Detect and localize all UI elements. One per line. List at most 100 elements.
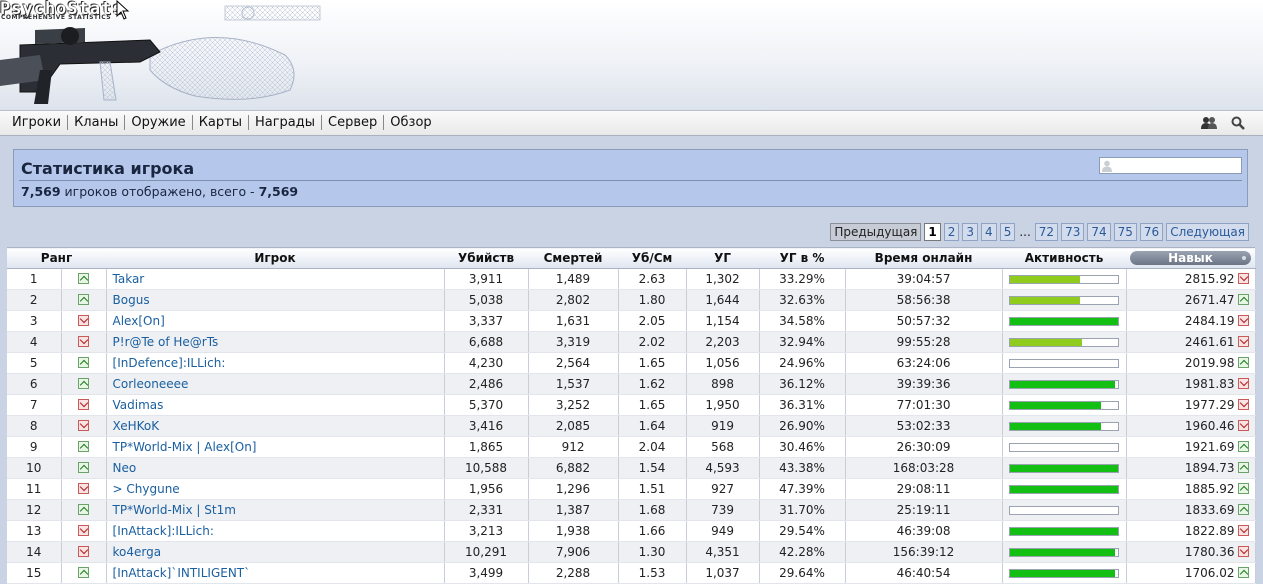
table-row[interactable]: 15 [InAttack]`INTILIGENT` 3,499 2,288 1.53 1,… [7, 562, 1256, 584]
table-row[interactable]: 3 Alex[On] 3,337 1,631 2.05 1,154 34.58% 50:57:… [7, 310, 1256, 332]
col-header-online-time[interactable]: Время онлайн [845, 247, 1003, 269]
kd-cell: 1.68 [618, 499, 687, 521]
player-link[interactable]: P!r@Te of He@rTs [113, 335, 219, 349]
activity-bar-fill [1010, 317, 1119, 325]
skill-trend-up-icon [1237, 440, 1249, 452]
player-link[interactable]: [InDefence]:ILLich: [113, 356, 226, 370]
table-row[interactable]: 11 > Chygune 1,956 1,296 1.51 927 47.39% 29:08:… [7, 478, 1256, 500]
online-time-cell: 156:39:12 [845, 541, 1003, 563]
col-header-player[interactable]: Игрок [106, 247, 445, 269]
skill-trend-up-icon [1237, 503, 1249, 515]
table-row[interactable]: 6 Corleoneeee 2,486 1,537 1.62 898 36.12% 39:39… [7, 373, 1256, 395]
player-link[interactable]: TP*World-Mix | Alex[On] [113, 440, 257, 454]
player-link[interactable]: XeHKoK [113, 419, 160, 433]
table-row[interactable]: 9 TP*World-Mix | Alex[On] 1,865 912 2.04 568 3… [7, 436, 1256, 458]
player-link[interactable]: Neo [113, 461, 137, 475]
nav-weapons[interactable]: Оружие [125, 115, 193, 130]
table-row[interactable]: 2 Bogus 5,038 2,802 1.80 1,644 32.63% 58:56:38 2… [7, 289, 1256, 311]
site-logo-subtitle: COMPREHENSIVE STATISTICS [1, 14, 112, 21]
col-header-skill[interactable]: Навык [1130, 251, 1252, 265]
col-header-kd[interactable]: Уб/См [618, 247, 687, 269]
col-header-rank[interactable]: Ранг [7, 247, 107, 269]
skill-trend-up-icon [1237, 482, 1249, 494]
activity-bar-fill [1010, 527, 1119, 535]
player-link[interactable]: [InAttack]:ILLich: [113, 524, 214, 538]
headshot-pct-cell: 33.29% [759, 268, 846, 290]
rank-trend-down-icon [78, 399, 89, 410]
users-icon[interactable] [1201, 116, 1217, 130]
shown-text: игроков отображено, всего - [64, 184, 255, 199]
table-row[interactable]: 7 Vadimas 5,370 3,252 1.65 1,950 36.31% 77:01:3… [7, 394, 1256, 416]
table-row[interactable]: 4 P!r@Te of He@rTs 6,688 3,319 2.02 2,203 32.9… [7, 331, 1256, 353]
nav-overview[interactable]: Обзор [384, 115, 437, 130]
skill-value: 1822.89 [1184, 524, 1235, 538]
page-ellipsis: ... [1019, 225, 1031, 239]
prev-page-button[interactable]: Предыдущая [830, 223, 922, 241]
table-row[interactable]: 13 [InAttack]:ILLich: 3,213 1,938 1.66 949 29.… [7, 520, 1256, 542]
table-row[interactable]: 1 Takar 3,911 1,489 2.63 1,302 33.29% 39:04:57 2… [7, 268, 1256, 290]
headshots-cell: 739 [686, 499, 760, 521]
skill-cell: 1885.92 [1126, 478, 1256, 500]
page-link[interactable]: 72 [1034, 223, 1059, 241]
player-link[interactable]: Alex[On] [113, 314, 165, 328]
skill-cell: 1894.73 [1126, 457, 1256, 479]
online-time-cell: 53:02:33 [845, 415, 1003, 437]
nav-clans[interactable]: Кланы [68, 115, 126, 130]
rank-trend-up-icon [78, 357, 89, 368]
page-link[interactable]: 75 [1113, 223, 1137, 241]
kills-cell: 3,416 [444, 415, 529, 437]
activity-cell [1002, 310, 1127, 332]
page-link[interactable]: 4 [981, 223, 997, 241]
player-link[interactable]: [InAttack]`INTILIGENT` [113, 566, 251, 580]
page-link[interactable]: 5 [999, 223, 1016, 241]
player-link[interactable]: TP*World-Mix | St1m [113, 503, 236, 517]
page-link[interactable]: 3 [962, 223, 979, 241]
table-row[interactable]: 10 Neo 10,588 6,882 1.54 4,593 43.38% 168:03:28… [7, 457, 1256, 479]
search-icon[interactable] [1231, 116, 1245, 130]
kills-cell: 2,331 [444, 499, 529, 521]
page-link[interactable]: 73 [1061, 223, 1085, 241]
table-row[interactable]: 8 XeHKoK 3,416 2,085 1.64 919 26.90% 53:02:33 19… [7, 415, 1256, 437]
table-row[interactable]: 14 ko4erga 10,291 7,906 1.30 4,351 42.28% 156:3… [7, 541, 1256, 563]
nav-awards[interactable]: Награды [249, 115, 323, 130]
user-icon [1102, 160, 1112, 172]
next-page-button[interactable]: Следующая [1166, 223, 1249, 241]
col-header-skill-sorted[interactable]: Навык [1126, 247, 1256, 269]
page-link[interactable]: 2 [943, 223, 960, 241]
player-link[interactable]: Takar [113, 272, 145, 286]
page-link[interactable]: 76 [1139, 223, 1164, 241]
nav-players[interactable]: Игроки [6, 115, 69, 130]
nav-server[interactable]: Сервер [322, 115, 385, 130]
rank-cell: 1 [7, 268, 62, 290]
page-link-current[interactable]: 1 [924, 223, 941, 241]
headshots-cell: 1,644 [686, 289, 760, 311]
activity-bar [1009, 484, 1120, 494]
player-link[interactable]: Corleoneeee [113, 377, 189, 391]
headshot-pct-cell: 32.94% [759, 331, 846, 353]
player-search-input[interactable] [1114, 158, 1239, 173]
activity-bar-fill [1010, 401, 1101, 409]
col-header-headshot-pct[interactable]: УГ в % [759, 247, 846, 269]
page-link[interactable]: 74 [1087, 223, 1111, 241]
col-header-deaths[interactable]: Смертей [528, 247, 619, 269]
rank-trend-cell [61, 436, 107, 458]
player-search-box[interactable] [1099, 157, 1242, 174]
col-header-activity[interactable]: Активность [1002, 247, 1127, 269]
rank-trend-cell [61, 268, 107, 290]
player-link[interactable]: Vadimas [113, 398, 164, 412]
player-link[interactable]: Bogus [113, 293, 150, 307]
kd-cell: 1.80 [618, 289, 687, 311]
headshot-pct-cell: 36.31% [759, 394, 846, 416]
deaths-cell: 1,938 [528, 520, 619, 542]
col-header-kills[interactable]: Убийств [444, 247, 529, 269]
col-header-headshots[interactable]: УГ [686, 247, 760, 269]
skill-trend-down-icon [1237, 545, 1249, 557]
table-row[interactable]: 5 [InDefence]:ILLich: 4,230 2,564 1.65 1,056 2… [7, 352, 1256, 374]
player-link[interactable]: > Chygune [113, 482, 180, 496]
player-link[interactable]: ko4erga [113, 545, 162, 559]
kd-cell: 1.65 [618, 394, 687, 416]
table-row[interactable]: 12 TP*World-Mix | St1m 2,331 1,387 1.68 739 31… [7, 499, 1256, 521]
nav-maps[interactable]: Карты [193, 115, 249, 130]
activity-bar-fill [1010, 548, 1115, 556]
activity-bar [1009, 274, 1120, 284]
